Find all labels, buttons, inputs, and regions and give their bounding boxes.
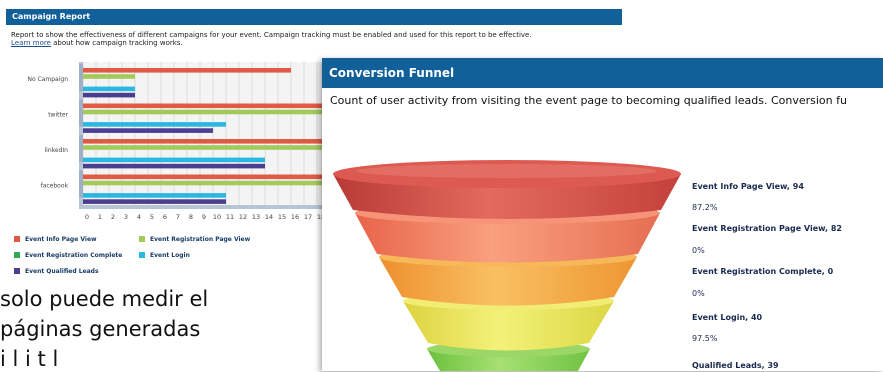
funnel-label-registration-complete: Event Registration Complete, 0	[692, 267, 834, 276]
bar	[83, 86, 135, 92]
funnel-percent-event-login: 97.5%	[692, 334, 718, 343]
x-tick-label: 7	[176, 213, 180, 221]
x-tick-label: 16	[291, 213, 299, 221]
bar	[83, 92, 135, 98]
x-tick-label: 5	[150, 213, 154, 221]
category-marker	[79, 170, 83, 198]
bar	[83, 139, 330, 144]
x-tick-label: 15	[278, 213, 286, 221]
bar	[83, 122, 226, 127]
x-tick-label: 8	[189, 213, 193, 221]
x-axis	[79, 205, 330, 209]
x-tick-label: 4	[137, 213, 141, 221]
bar	[83, 128, 213, 133]
funnel-label-event-login: Event Login, 40	[692, 313, 763, 322]
funnel-label-registration-page-view: Event Registration Page View, 82	[692, 224, 842, 233]
bar	[83, 157, 265, 163]
bar	[83, 109, 330, 115]
category-marker	[79, 99, 83, 127]
x-tick-label: 9	[202, 213, 206, 221]
spanish-text-line-2: páginas generadas	[0, 317, 201, 341]
bar	[83, 199, 226, 204]
category-label: facebook	[41, 183, 69, 190]
category-marker	[79, 135, 83, 162]
x-tick-label: 10	[213, 213, 221, 221]
funnel-percent-registration-page-view: 0%	[692, 246, 705, 255]
x-tick-label: 2	[111, 213, 115, 221]
legend-item-qualified-leads: Event Qualified Leads	[14, 268, 99, 276]
bar	[83, 103, 330, 109]
x-tick-label: 0	[85, 213, 89, 221]
x-tick-label: 13	[252, 213, 260, 221]
bar	[83, 180, 330, 186]
funnel-label-qualified-leads: Qualified Leads, 39	[692, 361, 779, 370]
funnel-stage-info-page-view	[333, 160, 681, 219]
funnel-percent-info-page-view: 87.2%	[692, 203, 718, 212]
x-tick-label: 3	[124, 213, 128, 221]
legend-item-registration-page-view: Event Registration Page View	[139, 236, 250, 244]
category-label: No Campaign	[27, 76, 68, 83]
legend-item-event-login: Event Login	[139, 252, 190, 260]
bar	[83, 193, 226, 198]
category-label: twitter	[48, 112, 68, 119]
funnel-graphic	[333, 160, 681, 371]
category-label: linkedIn	[45, 147, 69, 154]
spanish-text-line-1: solo puede medir el	[0, 287, 209, 311]
bar	[83, 163, 265, 169]
x-tick-label: 17	[304, 213, 312, 221]
spanish-text-line-3: i l i t l	[0, 347, 59, 371]
x-tick-label: 14	[265, 213, 273, 221]
funnel-label-info-page-view: Event Info Page View, 94	[692, 182, 804, 191]
conversion-funnel-panel: Conversion Funnel Count of user activity…	[322, 58, 883, 371]
campaign-bar-chart: No CampaigntwitterlinkedInfacebook0 1 2 3 4 5…	[27, 62, 330, 221]
bar	[83, 68, 291, 73]
legend-item-registration-complete: Event Registration Complete	[14, 252, 122, 260]
funnel-percent-registration-complete: 0%	[692, 289, 705, 298]
x-tick-label: 1	[98, 213, 102, 221]
bar	[83, 145, 330, 150]
category-marker	[79, 64, 83, 91]
x-tick-label: 12	[239, 213, 247, 221]
x-tick-label: 11	[226, 213, 234, 221]
legend-item-info-page-view: Event Info Page View	[14, 236, 97, 244]
bar	[83, 174, 330, 180]
x-tick-label: 6	[163, 213, 167, 221]
bar	[83, 74, 135, 79]
chart-legend: Event Info Page View Event Registration …	[14, 236, 324, 284]
